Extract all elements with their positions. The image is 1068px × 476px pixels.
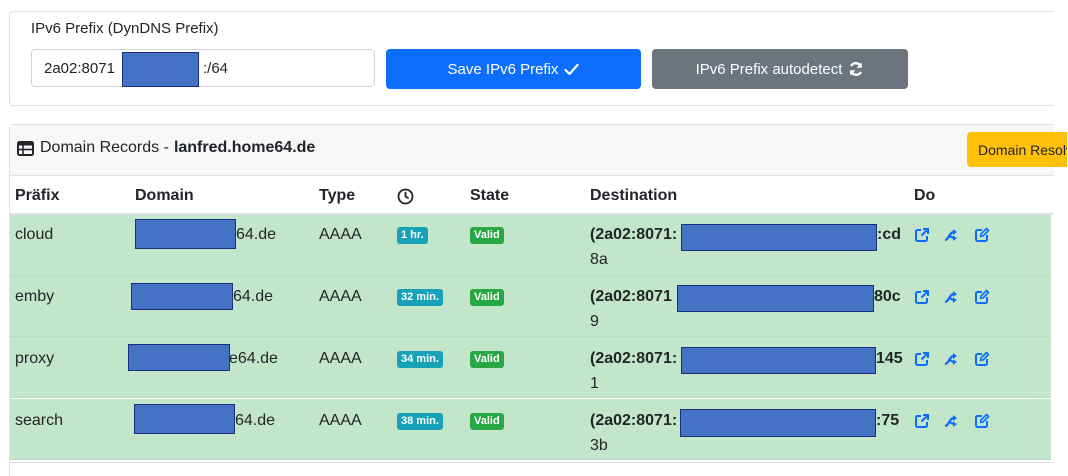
row-domain: e64.de (229, 350, 278, 367)
external-link-icon[interactable] (914, 289, 932, 307)
row-prefix: emby (15, 288, 55, 305)
records-title: Domain Records - lanfred.home64.de (17, 139, 315, 157)
edit-icon[interactable] (974, 413, 992, 431)
row-type: AAAA (319, 412, 362, 429)
row-destination-wrap: 3b (590, 437, 608, 454)
autodetect-prefix-button[interactable]: IPv6 Prefix autodetect (652, 49, 908, 89)
row-destination-start: (2a02:8071: (590, 350, 678, 367)
redacted-block (681, 347, 876, 374)
table-bottom-divider (10, 462, 1054, 463)
edit-icon[interactable] (974, 289, 992, 307)
shuffle-icon[interactable] (943, 351, 961, 369)
records-host: lanfred.home64.de (173, 139, 316, 156)
shuffle-icon[interactable] (943, 413, 961, 431)
col-domain: Domain (135, 187, 194, 204)
redacted-block (681, 224, 877, 251)
row-destination-end: :cd (877, 226, 901, 243)
refresh-icon (850, 62, 863, 76)
col-state: State (470, 187, 510, 204)
redacted-block (122, 52, 199, 87)
age-badge: 32 min. (397, 289, 443, 306)
autodetect-label: IPv6 Prefix autodetect (695, 60, 843, 78)
shuffle-icon[interactable] (943, 227, 961, 245)
state-badge: Valid (470, 413, 504, 430)
redacted-block (128, 344, 230, 371)
prefix-value-end: :/64 (203, 60, 229, 77)
row-prefix: cloud (15, 226, 54, 243)
redacted-block (680, 409, 876, 437)
redacted-block (134, 404, 235, 434)
row-domain: 64.de (233, 288, 274, 305)
external-link-icon[interactable] (914, 413, 932, 431)
row-prefix: proxy (15, 350, 55, 367)
save-prefix-button[interactable]: Save IPv6 Prefix (386, 49, 641, 89)
row-domain: 64.de (236, 226, 277, 243)
row-destination-end: :75 (876, 412, 900, 429)
table-icon (17, 140, 34, 156)
domain-resolve-button[interactable]: Domain Resolve (967, 132, 1067, 167)
row-destination-start: (2a02:8071 (590, 288, 672, 305)
row-destination-start: (2a02:8071: (590, 412, 678, 429)
col-type: Type (319, 187, 356, 204)
external-link-icon[interactable] (914, 351, 932, 369)
shuffle-icon[interactable] (943, 289, 961, 307)
redacted-block (677, 285, 874, 312)
clock-icon (397, 188, 414, 210)
save-prefix-label: Save IPv6 Prefix (447, 60, 559, 78)
redacted-block (131, 283, 233, 310)
check-icon (564, 63, 580, 75)
state-badge: Valid (470, 289, 504, 306)
row-type: AAAA (319, 226, 362, 243)
col-do: Do (914, 187, 936, 204)
edit-icon[interactable] (974, 351, 992, 369)
age-badge: 34 min. (397, 351, 443, 368)
col-destination: Destination (590, 187, 678, 204)
redacted-block (135, 219, 236, 249)
records-title-text: Domain Records - (40, 139, 169, 156)
state-badge: Valid (470, 351, 504, 368)
row-destination-end: 145 (876, 350, 903, 367)
row-destination-wrap: 8a (590, 251, 608, 268)
prefix-label: IPv6 Prefix (DynDNS Prefix) (31, 20, 219, 37)
row-type: AAAA (319, 288, 362, 305)
external-link-icon[interactable] (914, 227, 932, 245)
col-prefix: Präfix (15, 187, 60, 204)
age-badge: 1 hr. (397, 227, 428, 244)
row-destination-end: 80c (874, 288, 901, 305)
row-destination-wrap: 9 (590, 313, 599, 330)
row-destination-wrap: 1 (590, 375, 599, 392)
row-domain: 64.de (235, 412, 276, 429)
edit-icon[interactable] (974, 227, 992, 245)
state-badge: Valid (470, 227, 504, 244)
age-badge: 38 min. (397, 413, 443, 430)
row-type: AAAA (319, 350, 362, 367)
row-destination-start: (2a02:8071: (590, 226, 678, 243)
prefix-value-start: 2a02:8071 (44, 60, 115, 77)
row-prefix: search (15, 412, 64, 429)
